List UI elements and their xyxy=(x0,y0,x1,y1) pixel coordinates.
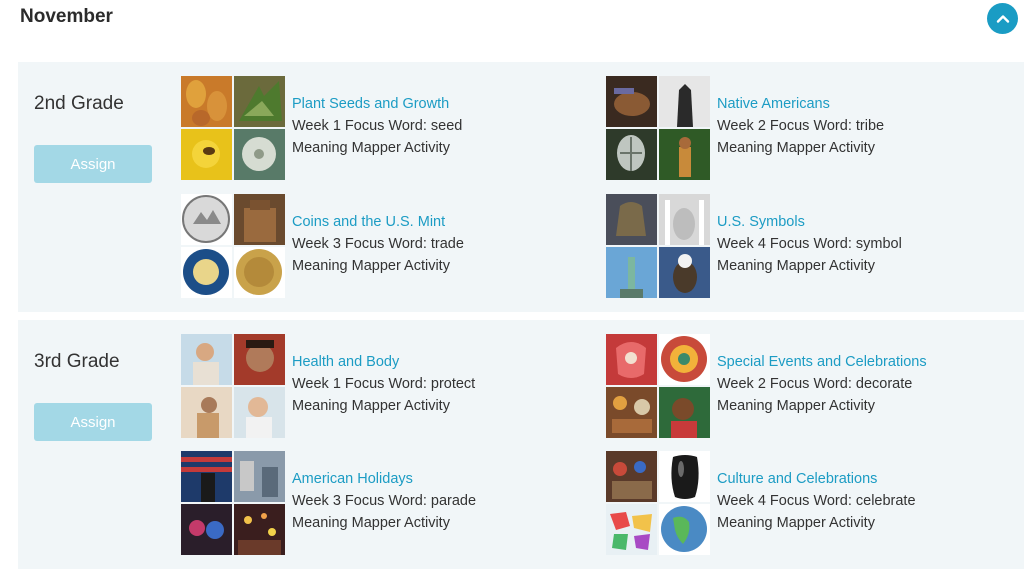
thumbnail-image xyxy=(659,451,710,502)
unit-thumbnail-grid xyxy=(181,334,285,438)
unit-activity: Meaning Mapper Activity xyxy=(292,398,450,414)
unit-thumbnail-grid xyxy=(606,451,710,555)
unit-title-link[interactable]: Special Events and Celebrations xyxy=(717,354,927,370)
thumbnail-image xyxy=(606,76,657,127)
chevron-up-icon xyxy=(996,14,1009,23)
thumbnail-image xyxy=(234,247,285,298)
unit-focus-word: Week 2 Focus Word: decorate xyxy=(717,376,913,392)
grade-section-2nd: 2nd Grade Assign Plant Seeds and Growth … xyxy=(18,62,1024,312)
thumbnail-image xyxy=(606,334,657,385)
thumbnail-image xyxy=(181,247,232,298)
grade-title: 3rd Grade xyxy=(34,351,120,372)
unit-title-link[interactable]: Health and Body xyxy=(292,354,399,370)
unit-activity: Meaning Mapper Activity xyxy=(717,515,875,531)
thumbnail-image xyxy=(606,247,657,298)
thumbnail-image xyxy=(606,194,657,245)
thumbnail-image xyxy=(659,129,710,180)
unit-card: Coins and the U.S. Mint Week 3 Focus Wor… xyxy=(181,194,561,298)
unit-title-link[interactable]: American Holidays xyxy=(292,471,413,487)
assign-button[interactable]: Assign xyxy=(34,403,152,441)
unit-thumbnail-grid xyxy=(181,194,285,298)
unit-thumbnail-grid xyxy=(181,76,285,180)
thumbnail-image xyxy=(234,387,285,438)
unit-card: Culture and Celebrations Week 4 Focus Wo… xyxy=(606,451,986,555)
unit-focus-word: Week 1 Focus Word: seed xyxy=(292,118,463,134)
unit-card: American Holidays Week 3 Focus Word: par… xyxy=(181,451,561,555)
thumbnail-image xyxy=(659,76,710,127)
unit-card: Plant Seeds and Growth Week 1 Focus Word… xyxy=(181,76,561,180)
thumbnail-image xyxy=(181,387,232,438)
unit-focus-word: Week 1 Focus Word: protect xyxy=(292,376,476,392)
unit-title-link[interactable]: Plant Seeds and Growth xyxy=(292,96,449,112)
thumbnail-image xyxy=(181,194,232,245)
unit-activity: Meaning Mapper Activity xyxy=(292,258,450,274)
unit-title-link[interactable]: Coins and the U.S. Mint xyxy=(292,214,445,230)
grade-title: 2nd Grade xyxy=(34,93,124,114)
unit-title-link[interactable]: Native Americans xyxy=(717,96,830,112)
thumbnail-image xyxy=(181,129,232,180)
unit-thumbnail-grid xyxy=(181,451,285,555)
thumbnail-image xyxy=(606,387,657,438)
unit-card: U.S. Symbols Week 4 Focus Word: symbol M… xyxy=(606,194,986,298)
thumbnail-image xyxy=(659,504,710,555)
thumbnail-image xyxy=(659,387,710,438)
grade-section-3rd: 3rd Grade Assign Health and Body Week 1 … xyxy=(18,320,1024,569)
unit-activity: Meaning Mapper Activity xyxy=(292,140,450,156)
unit-activity: Meaning Mapper Activity xyxy=(717,140,875,156)
thumbnail-image xyxy=(234,451,285,502)
month-header: November xyxy=(0,0,1024,62)
thumbnail-image xyxy=(606,451,657,502)
unit-activity: Meaning Mapper Activity xyxy=(717,398,875,414)
thumbnail-image xyxy=(234,76,285,127)
unit-thumbnail-grid xyxy=(606,76,710,180)
thumbnail-image xyxy=(181,334,232,385)
month-title: November xyxy=(20,6,113,27)
unit-focus-word: Week 4 Focus Word: symbol xyxy=(717,236,902,252)
thumbnail-image xyxy=(659,334,710,385)
thumbnail-image xyxy=(659,247,710,298)
unit-activity: Meaning Mapper Activity xyxy=(292,515,450,531)
unit-card: Health and Body Week 1 Focus Word: prote… xyxy=(181,334,561,438)
unit-activity: Meaning Mapper Activity xyxy=(717,258,875,274)
thumbnail-image xyxy=(234,504,285,555)
unit-thumbnail-grid xyxy=(606,194,710,298)
unit-card: Special Events and Celebrations Week 2 F… xyxy=(606,334,986,438)
assign-button[interactable]: Assign xyxy=(34,145,152,183)
thumbnail-image xyxy=(606,129,657,180)
unit-title-link[interactable]: U.S. Symbols xyxy=(717,214,805,230)
unit-focus-word: Week 3 Focus Word: trade xyxy=(292,236,464,252)
unit-focus-word: Week 2 Focus Word: tribe xyxy=(717,118,885,134)
collapse-button[interactable] xyxy=(987,3,1018,34)
thumbnail-image xyxy=(234,129,285,180)
thumbnail-image xyxy=(234,194,285,245)
thumbnail-image xyxy=(606,504,657,555)
unit-thumbnail-grid xyxy=(606,334,710,438)
unit-title-link[interactable]: Culture and Celebrations xyxy=(717,471,877,487)
unit-focus-word: Week 4 Focus Word: celebrate xyxy=(717,493,916,509)
thumbnail-image xyxy=(181,451,232,502)
thumbnail-image xyxy=(181,504,232,555)
unit-focus-word: Week 3 Focus Word: parade xyxy=(292,493,477,509)
thumbnail-image xyxy=(181,76,232,127)
unit-card: Native Americans Week 2 Focus Word: trib… xyxy=(606,76,986,180)
thumbnail-image xyxy=(659,194,710,245)
thumbnail-image xyxy=(234,334,285,385)
